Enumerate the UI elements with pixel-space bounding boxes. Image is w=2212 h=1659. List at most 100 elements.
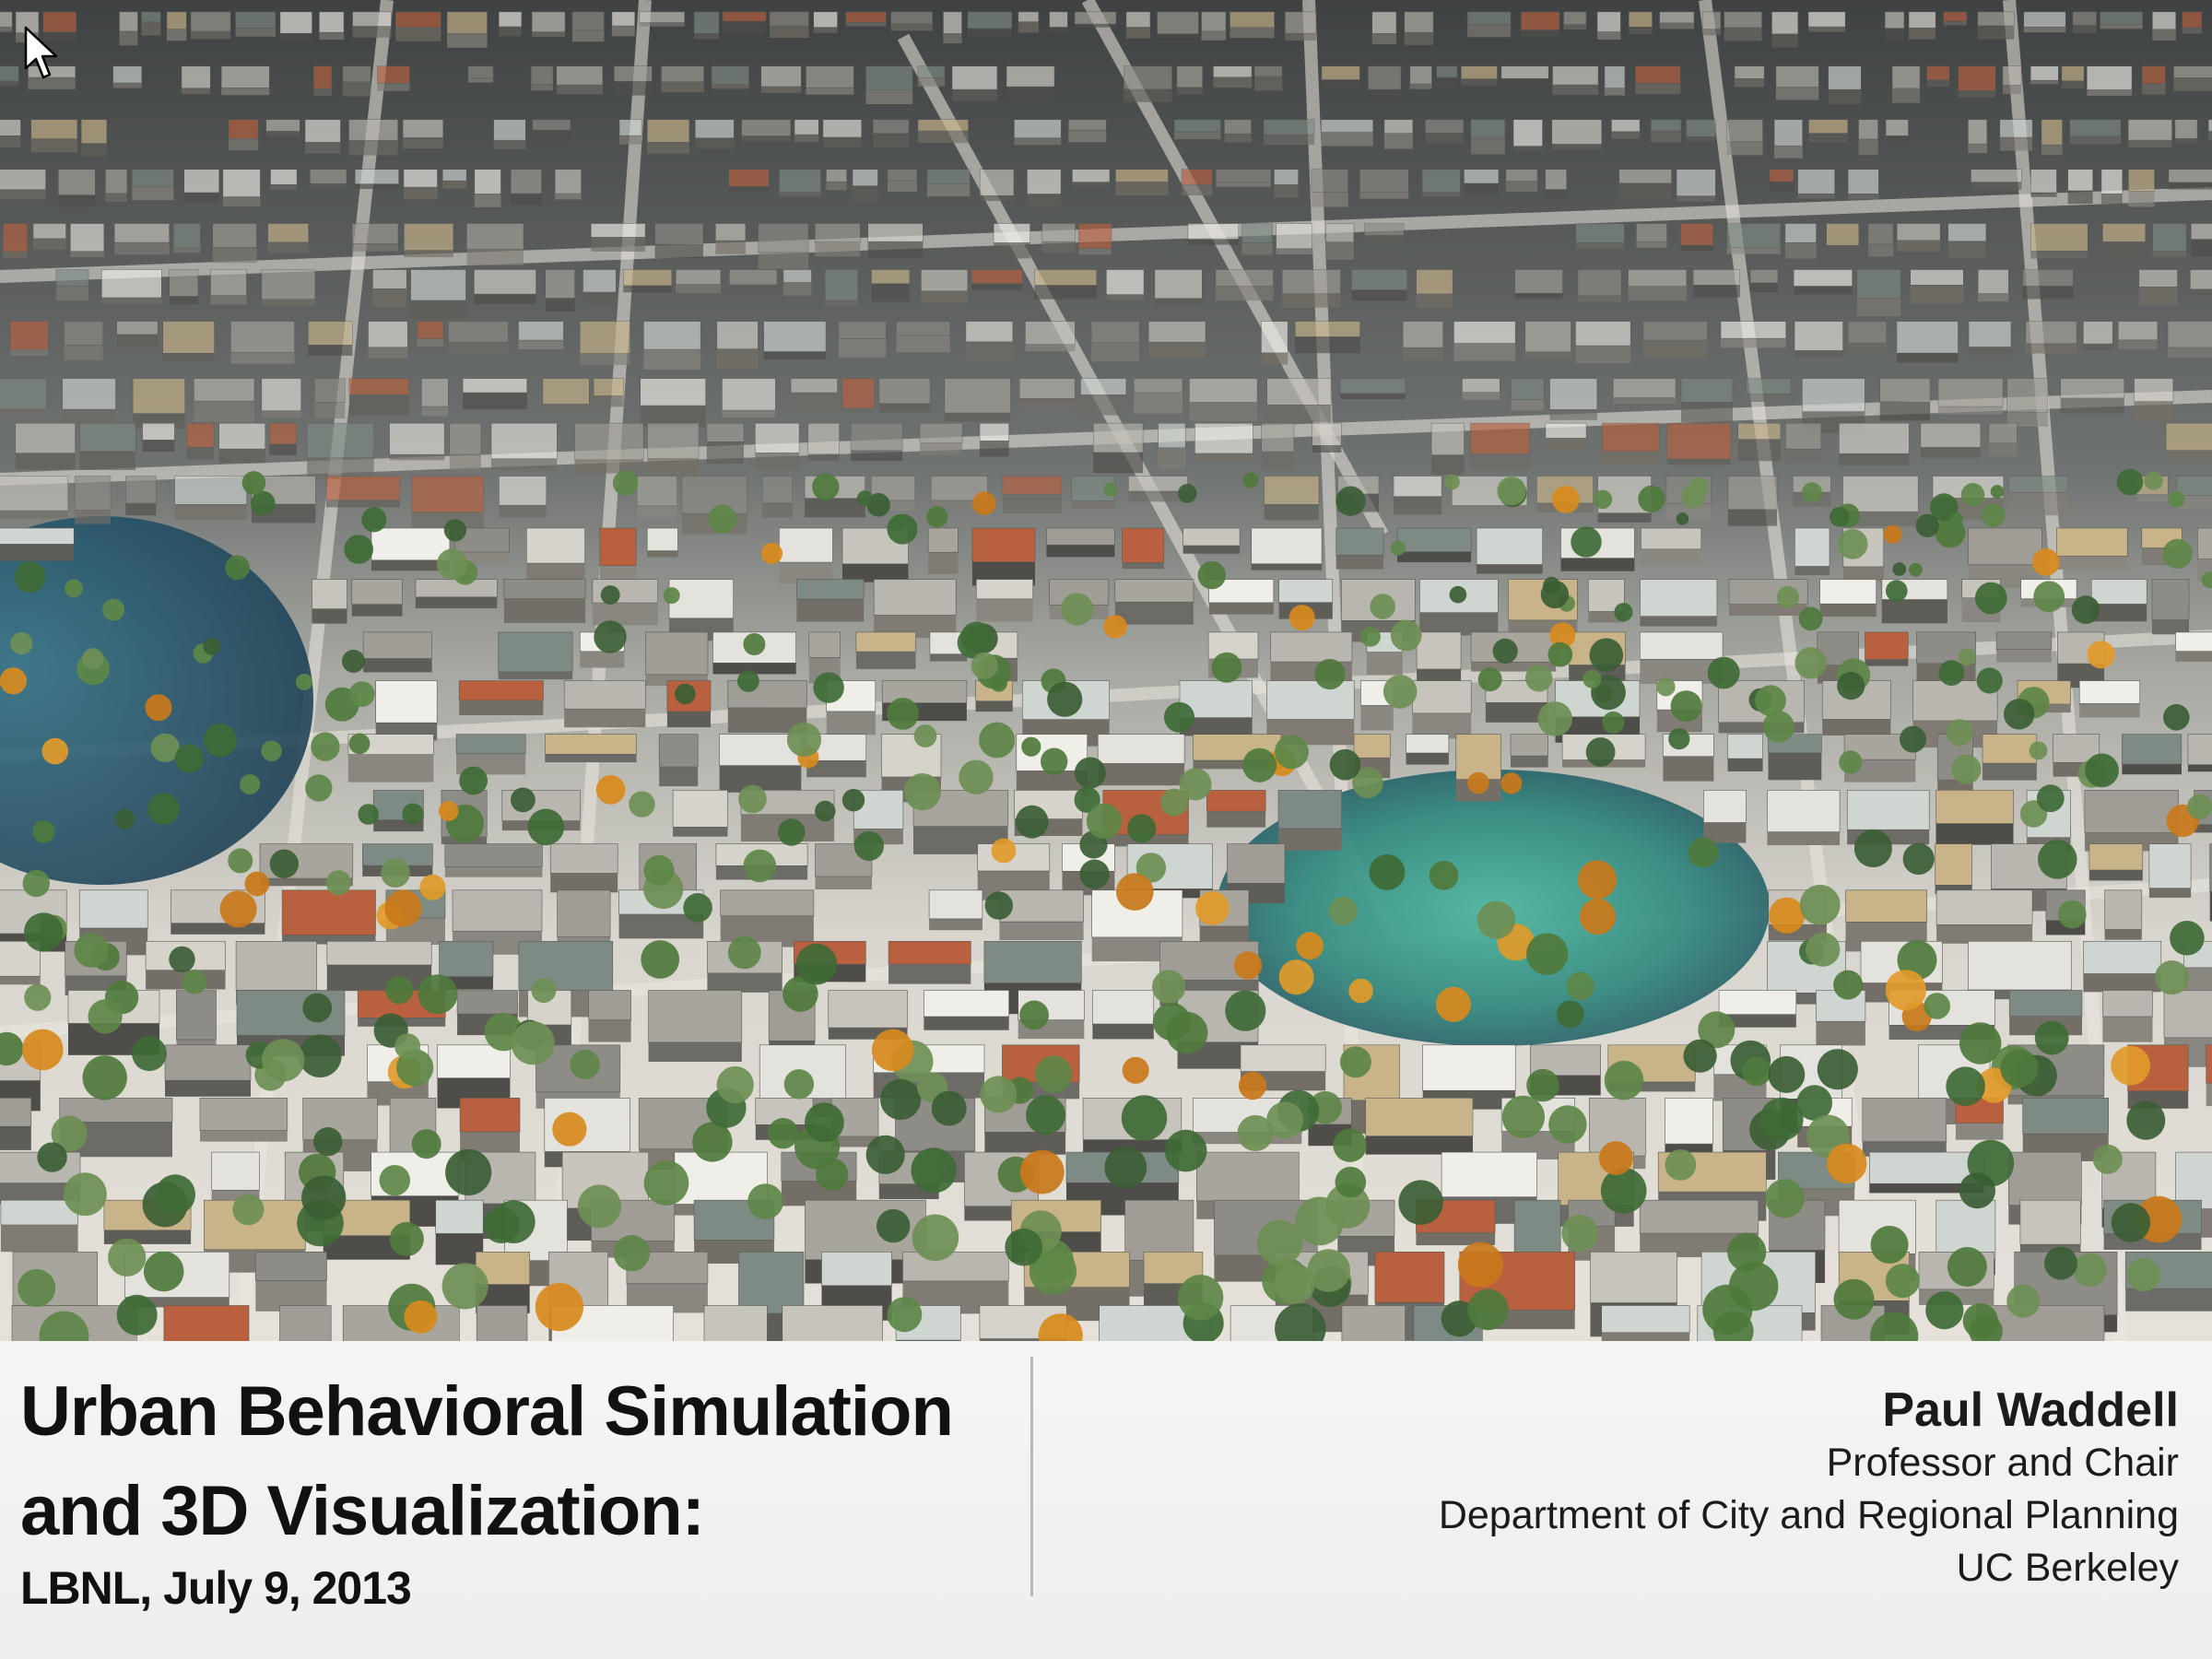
building-wall — [2152, 251, 2187, 257]
building-roof — [1266, 378, 1332, 406]
building-wall — [1115, 182, 1169, 196]
building-roof — [2187, 734, 2212, 766]
building-roof — [131, 169, 174, 188]
building-wall — [1892, 88, 1921, 103]
building-roof — [1552, 65, 1599, 86]
building-wall — [1034, 285, 1097, 300]
tree — [1047, 681, 1083, 717]
tree — [577, 1184, 621, 1229]
building-wall — [623, 285, 672, 293]
building-roof — [1396, 527, 1472, 553]
building-roof — [1551, 119, 1603, 145]
building-roof — [2030, 169, 2057, 194]
building-wall — [352, 243, 398, 252]
building-wall — [499, 505, 547, 518]
tree — [404, 1300, 438, 1334]
building-roof — [2022, 1098, 2109, 1135]
building-wall — [1321, 132, 1373, 147]
building-roof — [1018, 378, 1076, 399]
building-roof — [1628, 11, 1653, 28]
building-wall — [1613, 397, 1677, 405]
building-roof — [1194, 422, 1253, 454]
building-roof — [1771, 11, 1799, 35]
building-roof — [1665, 1098, 1713, 1145]
tree — [841, 789, 865, 812]
tree — [1314, 658, 1346, 690]
building-roof — [2134, 378, 2174, 403]
building-wall — [363, 658, 432, 673]
building-roof — [1988, 422, 2018, 444]
building-wall — [2187, 764, 2212, 772]
building-roof — [55, 269, 89, 287]
building-wall — [444, 866, 543, 877]
building-wall — [1552, 85, 1599, 95]
tree — [1925, 1291, 1964, 1330]
tree — [32, 820, 55, 843]
building-roof — [928, 889, 983, 920]
building-wall — [326, 965, 432, 992]
building-wall — [222, 196, 261, 207]
building-wall — [659, 767, 699, 787]
tree — [612, 470, 639, 496]
tree — [2006, 1284, 2041, 1318]
building-roof — [643, 321, 701, 350]
building-roof — [2069, 119, 2122, 137]
building-roof — [761, 476, 794, 504]
building-roof — [1635, 65, 1681, 84]
building-wall — [1737, 439, 1781, 462]
building-wall — [0, 189, 46, 200]
building-roof — [1363, 223, 1405, 236]
tree — [311, 732, 340, 761]
building-wall — [1575, 242, 1625, 250]
building-roof — [375, 680, 438, 724]
building-wall — [1848, 343, 1887, 353]
tree — [812, 473, 840, 500]
building-roof — [218, 422, 266, 450]
tree — [613, 1235, 651, 1272]
building-wall — [75, 510, 111, 524]
tree — [959, 759, 994, 794]
building-roof — [1686, 119, 1716, 137]
tree — [760, 542, 783, 565]
building-roof — [164, 1044, 252, 1081]
building-wall — [1158, 447, 1186, 469]
tree — [1604, 1060, 1644, 1100]
tree — [1776, 585, 1799, 609]
tree — [1274, 1263, 1315, 1304]
building-wall — [760, 87, 802, 93]
building-wall — [1397, 551, 1472, 562]
building-wall — [1856, 298, 1901, 317]
building-wall — [926, 183, 971, 197]
building-roof — [410, 269, 466, 301]
building-roof — [1701, 11, 1722, 29]
building-roof — [1513, 1199, 1561, 1259]
building-roof — [754, 422, 800, 453]
building-wall — [447, 33, 488, 48]
building-wall — [2191, 239, 2212, 257]
building-roof — [230, 321, 295, 353]
building-wall — [741, 135, 791, 141]
building-roof — [794, 119, 819, 135]
building-roof — [920, 269, 969, 292]
building-roof — [1947, 223, 1987, 242]
building-wall — [15, 453, 76, 470]
building-roof — [1943, 11, 1968, 22]
building-wall — [1816, 1021, 1865, 1046]
building-roof — [1339, 378, 1406, 394]
building-roof — [1176, 65, 1204, 88]
tree — [379, 1165, 410, 1196]
tree — [594, 620, 627, 653]
building-wall — [984, 1132, 1066, 1155]
tree — [241, 471, 266, 495]
tree — [381, 858, 410, 888]
building-roof — [377, 65, 410, 84]
building-wall — [1093, 452, 1144, 474]
tree — [251, 490, 276, 516]
building-wall — [2134, 401, 2173, 422]
building-wall — [555, 194, 582, 200]
tree — [22, 869, 50, 898]
building-roof — [703, 1305, 768, 1341]
building-roof — [15, 422, 76, 454]
building-roof — [588, 990, 631, 1020]
building-wall — [1080, 394, 1126, 416]
